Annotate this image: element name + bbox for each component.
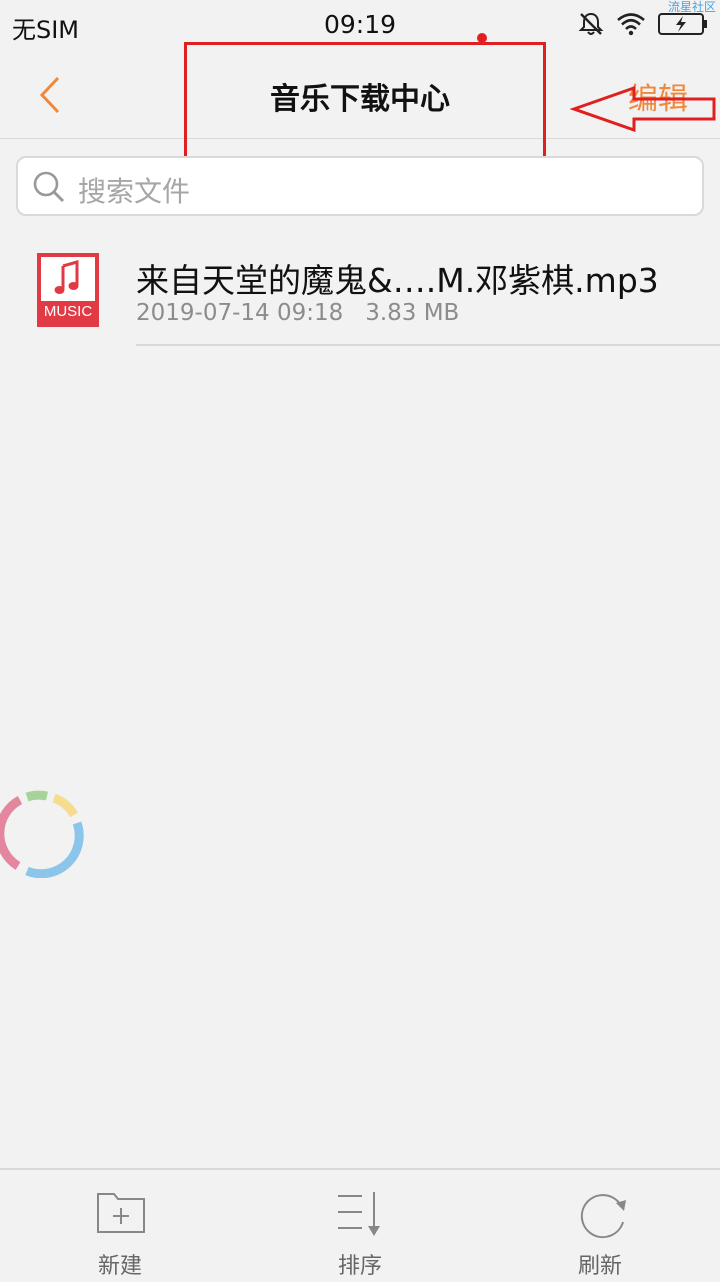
- mute-icon: [578, 12, 604, 35]
- refresh-button[interactable]: 刷新: [480, 1170, 720, 1282]
- file-list: MUSIC 来自天堂的魔鬼&….M.邓紫棋.mp3 2019-07-14 09:…: [0, 232, 720, 346]
- sort-icon: [338, 1192, 380, 1236]
- battery-charging-icon: [658, 13, 707, 35]
- annotation-dot: [477, 33, 487, 43]
- annotation-arrow-icon: [570, 85, 716, 133]
- refresh-icon: [580, 1194, 626, 1239]
- wifi-icon: [617, 13, 645, 36]
- search-icon: [33, 171, 65, 203]
- sort-button[interactable]: 排序: [240, 1170, 480, 1282]
- music-file-icon: MUSIC: [37, 253, 99, 327]
- new-folder-icon: [97, 1193, 145, 1233]
- music-note-icon: [54, 260, 79, 294]
- new-label: 新建: [97, 1254, 142, 1279]
- divider: [136, 344, 720, 346]
- file-meta: 2019-07-14 09:18 3.83 MB: [136, 300, 460, 326]
- search-placeholder: 搜索文件: [78, 175, 191, 208]
- refresh-label: 刷新: [577, 1254, 622, 1279]
- annotation-box: [184, 42, 546, 162]
- music-icon-label: MUSIC: [43, 303, 93, 320]
- loading-spinner-icon: [0, 790, 84, 878]
- bottom-toolbar: 新建 排序 刷新: [0, 1168, 720, 1282]
- file-name: 来自天堂的魔鬼&….M.邓紫棋.mp3: [136, 261, 659, 300]
- list-item[interactable]: MUSIC 来自天堂的魔鬼&….M.邓紫棋.mp3 2019-07-14 09:…: [0, 232, 720, 346]
- watermark: 流星社区: [667, 0, 716, 14]
- search-input[interactable]: 搜索文件: [16, 156, 704, 216]
- sort-label: 排序: [337, 1254, 382, 1279]
- new-folder-button[interactable]: 新建: [0, 1170, 240, 1282]
